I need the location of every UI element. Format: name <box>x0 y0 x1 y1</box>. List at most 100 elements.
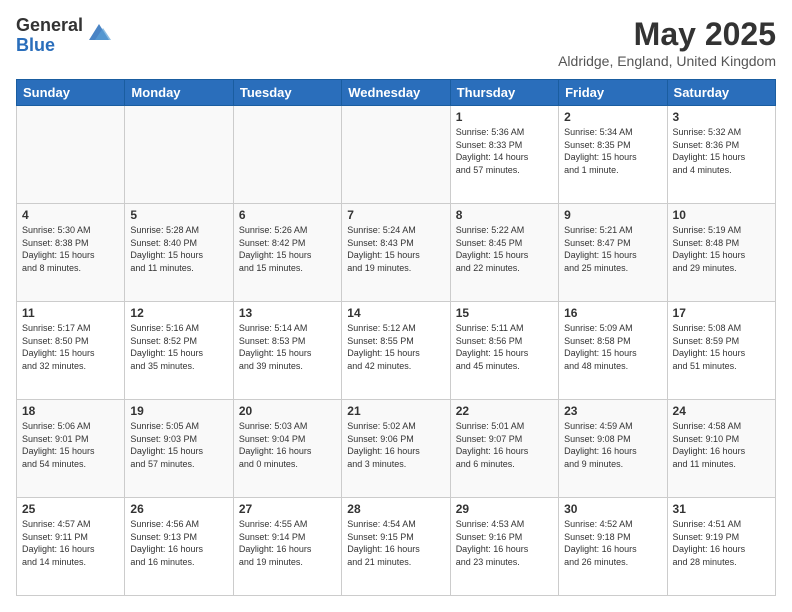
calendar-cell-1-1: 5 Sunrise: 5:28 AM Sunset: 8:40 PM Daylig… <box>125 204 233 302</box>
day-number-16: 16 <box>564 306 661 320</box>
day-info-6: Sunrise: 5:26 AM Sunset: 8:42 PM Dayligh… <box>239 224 336 274</box>
week-row-4: 25 Sunrise: 4:57 AM Sunset: 9:11 PM Dayli… <box>17 498 776 596</box>
day-number-26: 26 <box>130 502 227 516</box>
location: Aldridge, England, United Kingdom <box>558 53 776 69</box>
calendar-cell-2-3: 14 Sunrise: 5:12 AM Sunset: 8:55 PM Dayli… <box>342 302 450 400</box>
day-number-2: 2 <box>564 110 661 124</box>
day-info-8: Sunrise: 5:22 AM Sunset: 8:45 PM Dayligh… <box>456 224 553 274</box>
day-info-18: Sunrise: 5:06 AM Sunset: 9:01 PM Dayligh… <box>22 420 119 470</box>
day-info-27: Sunrise: 4:55 AM Sunset: 9:14 PM Dayligh… <box>239 518 336 568</box>
calendar-cell-3-1: 19 Sunrise: 5:05 AM Sunset: 9:03 PM Dayli… <box>125 400 233 498</box>
day-number-4: 4 <box>22 208 119 222</box>
day-info-14: Sunrise: 5:12 AM Sunset: 8:55 PM Dayligh… <box>347 322 444 372</box>
day-info-15: Sunrise: 5:11 AM Sunset: 8:56 PM Dayligh… <box>456 322 553 372</box>
day-info-11: Sunrise: 5:17 AM Sunset: 8:50 PM Dayligh… <box>22 322 119 372</box>
week-row-2: 11 Sunrise: 5:17 AM Sunset: 8:50 PM Dayli… <box>17 302 776 400</box>
calendar-cell-2-1: 12Sunrise: 5:16 AM Sunset: 8:52 PM Dayli… <box>125 302 233 400</box>
day-number-27: 27 <box>239 502 336 516</box>
calendar-cell-0-1 <box>125 106 233 204</box>
calendar-cell-3-5: 23 Sunrise: 4:59 AM Sunset: 9:08 PM Dayli… <box>559 400 667 498</box>
day-number-5: 5 <box>130 208 227 222</box>
day-number-30: 30 <box>564 502 661 516</box>
day-number-31: 31 <box>673 502 770 516</box>
day-number-15: 15 <box>456 306 553 320</box>
day-info-22: Sunrise: 5:01 AM Sunset: 9:07 PM Dayligh… <box>456 420 553 470</box>
logo-icon <box>87 20 111 44</box>
week-row-0: 1 Sunrise: 5:36 AM Sunset: 8:33 PM Daylig… <box>17 106 776 204</box>
day-info-7: Sunrise: 5:24 AM Sunset: 8:43 PM Dayligh… <box>347 224 444 274</box>
header-thursday: Thursday <box>450 80 558 106</box>
day-info-20: Sunrise: 5:03 AM Sunset: 9:04 PM Dayligh… <box>239 420 336 470</box>
day-info-31: Sunrise: 4:51 AM Sunset: 9:19 PM Dayligh… <box>673 518 770 568</box>
calendar-cell-4-0: 25 Sunrise: 4:57 AM Sunset: 9:11 PM Dayli… <box>17 498 125 596</box>
day-info-5: Sunrise: 5:28 AM Sunset: 8:40 PM Dayligh… <box>130 224 227 274</box>
week-row-3: 18Sunrise: 5:06 AM Sunset: 9:01 PM Dayli… <box>17 400 776 498</box>
calendar-cell-1-6: 10Sunrise: 5:19 AM Sunset: 8:48 PM Dayli… <box>667 204 775 302</box>
calendar-cell-2-5: 16 Sunrise: 5:09 AM Sunset: 8:58 PM Dayli… <box>559 302 667 400</box>
header-tuesday: Tuesday <box>233 80 341 106</box>
day-number-23: 23 <box>564 404 661 418</box>
day-info-28: Sunrise: 4:54 AM Sunset: 9:15 PM Dayligh… <box>347 518 444 568</box>
calendar-cell-1-4: 8 Sunrise: 5:22 AM Sunset: 8:45 PM Daylig… <box>450 204 558 302</box>
day-number-28: 28 <box>347 502 444 516</box>
day-info-16: Sunrise: 5:09 AM Sunset: 8:58 PM Dayligh… <box>564 322 661 372</box>
day-number-12: 12 <box>130 306 227 320</box>
day-number-11: 11 <box>22 306 119 320</box>
day-number-10: 10 <box>673 208 770 222</box>
calendar-cell-3-0: 18Sunrise: 5:06 AM Sunset: 9:01 PM Dayli… <box>17 400 125 498</box>
header-monday: Monday <box>125 80 233 106</box>
day-number-8: 8 <box>456 208 553 222</box>
header-wednesday: Wednesday <box>342 80 450 106</box>
day-number-22: 22 <box>456 404 553 418</box>
day-info-17: Sunrise: 5:08 AM Sunset: 8:59 PM Dayligh… <box>673 322 770 372</box>
day-number-24: 24 <box>673 404 770 418</box>
week-row-1: 4Sunrise: 5:30 AM Sunset: 8:38 PM Daylig… <box>17 204 776 302</box>
calendar-cell-0-2 <box>233 106 341 204</box>
calendar-cell-1-2: 6 Sunrise: 5:26 AM Sunset: 8:42 PM Daylig… <box>233 204 341 302</box>
calendar-cell-2-4: 15 Sunrise: 5:11 AM Sunset: 8:56 PM Dayli… <box>450 302 558 400</box>
title-block: May 2025 Aldridge, England, United Kingd… <box>558 16 776 69</box>
day-info-3: Sunrise: 5:32 AM Sunset: 8:36 PM Dayligh… <box>673 126 770 176</box>
calendar-cell-0-5: 2 Sunrise: 5:34 AM Sunset: 8:35 PM Daylig… <box>559 106 667 204</box>
day-number-1: 1 <box>456 110 553 124</box>
calendar-cell-1-0: 4Sunrise: 5:30 AM Sunset: 8:38 PM Daylig… <box>17 204 125 302</box>
day-info-25: Sunrise: 4:57 AM Sunset: 9:11 PM Dayligh… <box>22 518 119 568</box>
day-info-19: Sunrise: 5:05 AM Sunset: 9:03 PM Dayligh… <box>130 420 227 470</box>
day-number-19: 19 <box>130 404 227 418</box>
logo-blue: Blue <box>16 36 83 56</box>
header-saturday: Saturday <box>667 80 775 106</box>
header-friday: Friday <box>559 80 667 106</box>
day-info-1: Sunrise: 5:36 AM Sunset: 8:33 PM Dayligh… <box>456 126 553 176</box>
logo: General Blue <box>16 16 111 56</box>
day-number-6: 6 <box>239 208 336 222</box>
calendar-cell-4-5: 30Sunrise: 4:52 AM Sunset: 9:18 PM Dayli… <box>559 498 667 596</box>
calendar-cell-1-5: 9Sunrise: 5:21 AM Sunset: 8:47 PM Daylig… <box>559 204 667 302</box>
calendar-cell-4-4: 29Sunrise: 4:53 AM Sunset: 9:16 PM Dayli… <box>450 498 558 596</box>
day-info-24: Sunrise: 4:58 AM Sunset: 9:10 PM Dayligh… <box>673 420 770 470</box>
day-number-25: 25 <box>22 502 119 516</box>
calendar-cell-4-1: 26Sunrise: 4:56 AM Sunset: 9:13 PM Dayli… <box>125 498 233 596</box>
calendar-cell-3-6: 24 Sunrise: 4:58 AM Sunset: 9:10 PM Dayli… <box>667 400 775 498</box>
day-number-9: 9 <box>564 208 661 222</box>
header: General Blue May 2025 Aldridge, England,… <box>16 16 776 69</box>
day-number-3: 3 <box>673 110 770 124</box>
day-info-2: Sunrise: 5:34 AM Sunset: 8:35 PM Dayligh… <box>564 126 661 176</box>
day-info-29: Sunrise: 4:53 AM Sunset: 9:16 PM Dayligh… <box>456 518 553 568</box>
day-info-13: Sunrise: 5:14 AM Sunset: 8:53 PM Dayligh… <box>239 322 336 372</box>
calendar-cell-4-2: 27 Sunrise: 4:55 AM Sunset: 9:14 PM Dayli… <box>233 498 341 596</box>
calendar-cell-4-6: 31 Sunrise: 4:51 AM Sunset: 9:19 PM Dayli… <box>667 498 775 596</box>
calendar-cell-2-0: 11 Sunrise: 5:17 AM Sunset: 8:50 PM Dayli… <box>17 302 125 400</box>
calendar-cell-2-2: 13 Sunrise: 5:14 AM Sunset: 8:53 PM Dayli… <box>233 302 341 400</box>
calendar-cell-4-3: 28 Sunrise: 4:54 AM Sunset: 9:15 PM Dayli… <box>342 498 450 596</box>
day-number-14: 14 <box>347 306 444 320</box>
calendar-cell-0-0 <box>17 106 125 204</box>
calendar-cell-0-6: 3 Sunrise: 5:32 AM Sunset: 8:36 PM Daylig… <box>667 106 775 204</box>
calendar-cell-3-3: 21Sunrise: 5:02 AM Sunset: 9:06 PM Dayli… <box>342 400 450 498</box>
calendar-cell-3-2: 20Sunrise: 5:03 AM Sunset: 9:04 PM Dayli… <box>233 400 341 498</box>
calendar-cell-2-6: 17 Sunrise: 5:08 AM Sunset: 8:59 PM Dayli… <box>667 302 775 400</box>
header-sunday: Sunday <box>17 80 125 106</box>
day-number-13: 13 <box>239 306 336 320</box>
day-number-17: 17 <box>673 306 770 320</box>
calendar-cell-0-4: 1 Sunrise: 5:36 AM Sunset: 8:33 PM Daylig… <box>450 106 558 204</box>
day-info-23: Sunrise: 4:59 AM Sunset: 9:08 PM Dayligh… <box>564 420 661 470</box>
